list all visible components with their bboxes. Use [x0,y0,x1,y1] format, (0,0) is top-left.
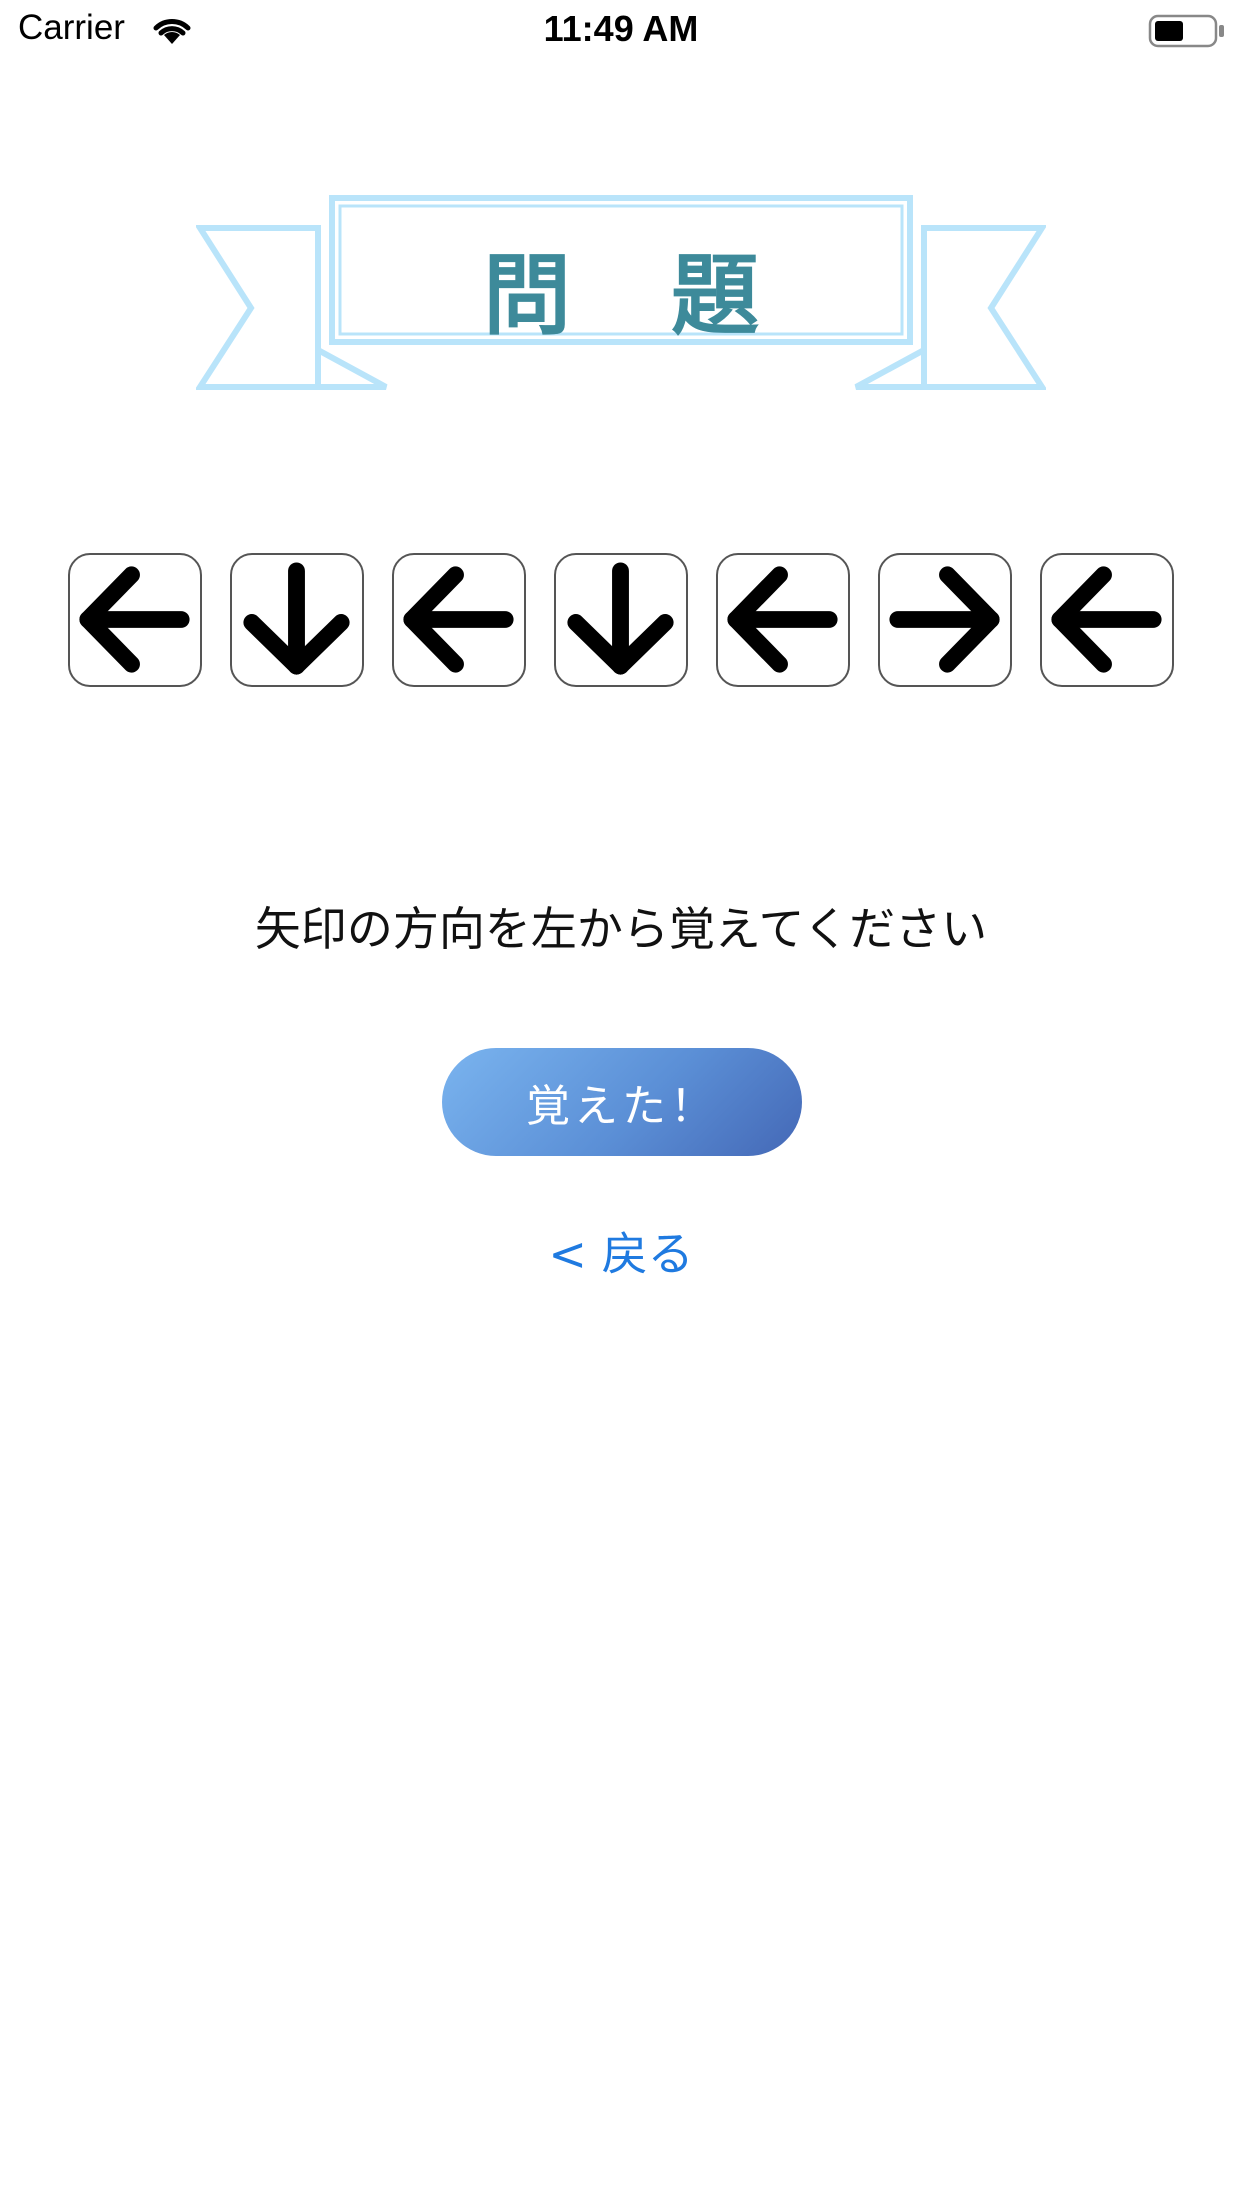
back-link[interactable]: < 戻る [0,1218,1242,1284]
arrow-left-icon [79,566,190,673]
arrow-left-icon [403,566,514,673]
arrow-key-6 [878,553,1012,687]
arrow-down-icon [243,562,350,675]
battery-icon [1148,14,1224,48]
arrow-left-icon [1051,566,1162,673]
arrow-right-icon [889,566,1000,673]
arrow-key-1 [68,553,202,687]
remembered-button[interactable]: 覚えた！ [442,1048,802,1156]
arrow-key-7 [1040,553,1174,687]
instruction-text: 矢印の方向を左から覚えてください [254,902,988,956]
arrow-left-icon [727,566,838,673]
arrow-key-4 [554,553,688,687]
arrow-key-3 [392,553,526,687]
arrow-key-5 [716,553,850,687]
arrow-down-icon [567,562,674,675]
page-title: 問題 [482,243,859,347]
arrow-key-2 [230,553,364,687]
status-bar: Carrier 11:49 AM [0,0,1242,60]
status-time: 11:49 AM [543,8,699,49]
arrow-sequence [68,553,1178,689]
